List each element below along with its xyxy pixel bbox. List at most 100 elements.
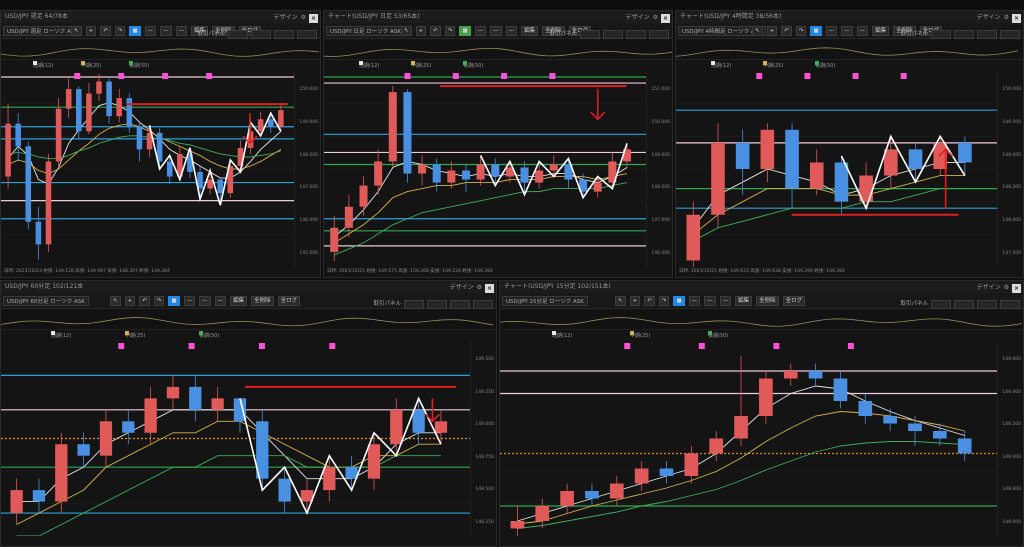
candle-body[interactable] xyxy=(418,164,427,174)
candle-body[interactable] xyxy=(785,129,799,189)
layout-tab[interactable] xyxy=(1000,29,1020,39)
candlestick-chart[interactable] xyxy=(1,341,470,536)
candle-body[interactable] xyxy=(45,161,52,245)
candlestick-chart[interactable] xyxy=(676,71,997,267)
event-marker[interactable] xyxy=(452,73,459,79)
event-marker[interactable] xyxy=(847,343,854,349)
layout-tab[interactable] xyxy=(274,29,294,39)
candle-body[interactable] xyxy=(278,110,284,127)
candle-body[interactable] xyxy=(217,179,224,194)
candle-body[interactable] xyxy=(257,119,264,132)
undo-icon[interactable]: ↶ xyxy=(139,296,150,306)
event-marker[interactable] xyxy=(501,73,508,79)
candle-body[interactable] xyxy=(374,161,383,186)
candle-body[interactable] xyxy=(55,444,68,502)
candle-body[interactable] xyxy=(593,182,602,192)
candle-body[interactable] xyxy=(99,421,113,456)
line-width-select[interactable]: — xyxy=(183,296,196,306)
candle-body[interactable] xyxy=(388,92,397,162)
close-icon[interactable]: × xyxy=(1012,13,1021,23)
candle-body[interactable] xyxy=(735,142,750,169)
delete-all-button[interactable]: 全削除 xyxy=(251,296,274,306)
candle-body[interactable] xyxy=(609,483,624,499)
layout-tab[interactable] xyxy=(580,29,600,39)
cursor-icon[interactable]: ↖ xyxy=(71,26,82,36)
redo-icon[interactable]: ↷ xyxy=(795,26,807,36)
symbol-select[interactable]: USD/JPY 日足 ローソク ASK xyxy=(326,26,405,36)
candle-body[interactable] xyxy=(884,149,898,176)
candle-body[interactable] xyxy=(166,386,180,399)
close-icon[interactable]: × xyxy=(309,13,318,23)
event-marker[interactable] xyxy=(549,73,556,79)
log-button[interactable]: 全ログ xyxy=(277,296,301,306)
candle-body[interactable] xyxy=(77,444,90,456)
line-style-select[interactable]: — xyxy=(490,26,502,36)
candle-body[interactable] xyxy=(883,416,897,424)
line-width-select[interactable]: — xyxy=(688,296,701,306)
candle-body[interactable] xyxy=(957,438,972,454)
candle-body[interactable] xyxy=(211,398,224,410)
layout-tab[interactable] xyxy=(931,299,951,309)
candle-body[interactable] xyxy=(403,92,412,174)
candle-body[interactable] xyxy=(933,431,947,439)
crosshair-icon[interactable]: + xyxy=(766,26,778,36)
line-end-select[interactable]: — xyxy=(856,26,869,36)
log-button[interactable]: 全ログ xyxy=(782,296,806,306)
close-icon[interactable]: × xyxy=(485,283,494,293)
redo-icon[interactable]: ↷ xyxy=(153,296,165,306)
layout-tab[interactable] xyxy=(450,299,470,309)
candle-body[interactable] xyxy=(106,81,112,117)
layout-tab[interactable] xyxy=(473,299,493,309)
redo-icon[interactable]: ↷ xyxy=(444,26,456,36)
candle-body[interactable] xyxy=(189,386,202,410)
color-picker-button[interactable]: ■ xyxy=(810,26,822,36)
candle-body[interactable] xyxy=(278,478,291,502)
event-marker[interactable] xyxy=(118,73,125,79)
candle-body[interactable] xyxy=(359,185,368,207)
layout-tab[interactable] xyxy=(251,29,271,39)
symbol-select[interactable]: USD/JPY 60分足 ローソク ASK xyxy=(3,296,89,306)
line-end-select[interactable]: — xyxy=(505,26,518,36)
candle-body[interactable] xyxy=(55,108,62,162)
candle-body[interactable] xyxy=(126,98,133,127)
candle-body[interactable] xyxy=(783,371,798,379)
candle-body[interactable] xyxy=(144,398,157,433)
candle-body[interactable] xyxy=(15,123,21,147)
candle-body[interactable] xyxy=(116,98,122,117)
candle-body[interactable] xyxy=(166,161,173,177)
event-marker[interactable] xyxy=(206,73,213,79)
candle-body[interactable] xyxy=(344,206,353,228)
line-width-select[interactable]: — xyxy=(825,26,838,36)
event-marker[interactable] xyxy=(118,343,125,349)
candlestick-chart[interactable] xyxy=(500,341,997,536)
event-marker[interactable] xyxy=(804,73,811,79)
candle-body[interactable] xyxy=(136,126,143,150)
candle-body[interactable] xyxy=(549,164,558,171)
candle-body[interactable] xyxy=(86,93,92,132)
cursor-icon[interactable]: ↖ xyxy=(615,296,626,306)
crosshair-icon[interactable]: + xyxy=(124,296,136,306)
candle-body[interactable] xyxy=(5,123,11,177)
candle-body[interactable] xyxy=(808,371,823,379)
candle-body[interactable] xyxy=(122,421,135,433)
candle-body[interactable] xyxy=(412,409,425,433)
event-marker[interactable] xyxy=(698,343,705,349)
layout-tab[interactable] xyxy=(297,29,317,39)
candle-body[interactable] xyxy=(476,164,485,180)
close-icon[interactable]: × xyxy=(661,13,670,23)
event-marker[interactable] xyxy=(756,73,763,79)
layout-tab[interactable] xyxy=(1000,299,1020,309)
line-end-select[interactable]: — xyxy=(719,296,732,306)
candle-body[interactable] xyxy=(461,170,470,180)
symbol-select[interactable]: USD/JPY 15分足 ローソク ASK xyxy=(502,296,588,306)
candle-body[interactable] xyxy=(908,149,923,169)
candle-body[interactable] xyxy=(535,506,550,521)
layout-tab[interactable] xyxy=(427,299,447,309)
candle-body[interactable] xyxy=(96,81,102,94)
edit-button[interactable]: 編集 xyxy=(230,296,248,306)
candle-body[interactable] xyxy=(35,221,42,245)
undo-icon[interactable]: ↶ xyxy=(430,26,441,36)
event-marker[interactable] xyxy=(329,343,336,349)
candlestick-chart[interactable] xyxy=(324,71,646,267)
event-marker[interactable] xyxy=(74,73,81,79)
